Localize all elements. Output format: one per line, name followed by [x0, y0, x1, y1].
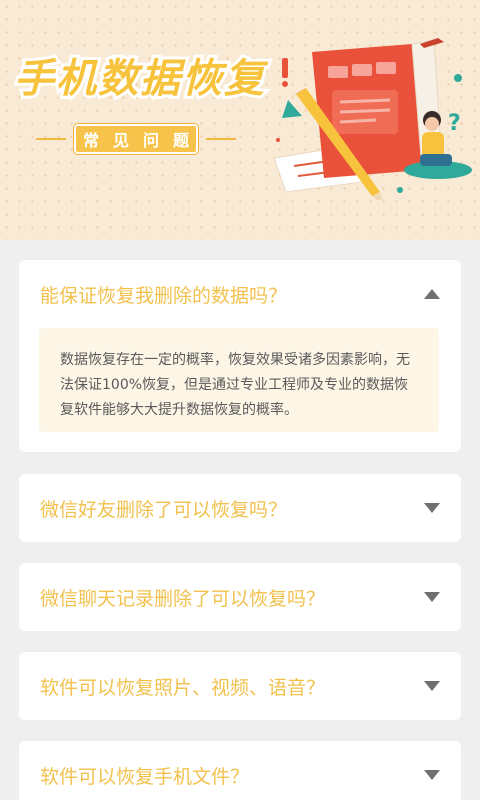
chevron-down-icon[interactable] [423, 680, 441, 692]
faq-card: 软件可以恢复手机文件？ [19, 741, 461, 800]
faq-question: 微信好友删除了可以恢复吗？ [40, 498, 288, 521]
faq-question-row[interactable]: 微信聊天记录删除了可以恢复吗？ [19, 563, 461, 631]
faq-card: 软件可以恢复照片、视频、语音？ [19, 652, 461, 720]
faq-question-row[interactable]: 软件可以恢复手机文件？ [19, 741, 461, 800]
book-illustration: ? [273, 38, 472, 200]
faq-question-row[interactable]: 软件可以恢复照片、视频、语音？ [19, 652, 461, 720]
banner-subtitle: 常见问题 [36, 120, 236, 156]
faq-card: 微信好友删除了可以恢复吗？ [19, 474, 461, 542]
faq-question: 软件可以恢复手机文件？ [40, 765, 250, 788]
subtitle-box: 常见问题 [74, 124, 198, 154]
banner-subtitle-text: 常见问题 [82, 131, 203, 150]
faq-question: 能保证恢复我删除的数据吗？ [40, 284, 288, 307]
header-banner: 手机数据恢复 常见问题 ? [0, 0, 480, 240]
faq-question-row[interactable]: 微信好友删除了可以恢复吗？ [19, 474, 461, 542]
faq-question-row[interactable]: 能保证恢复我删除的数据吗？ [19, 260, 461, 328]
faq-card: 能保证恢复我删除的数据吗？ 数据恢复存在一定的概率，恢复效果受诸多因素影响，无法… [19, 260, 461, 452]
faq-answer: 数据恢复存在一定的概率，恢复效果受诸多因素影响，无法保证100%恢复，但是通过专… [39, 328, 439, 432]
banner-title-text: 手机数据恢复 [14, 56, 269, 102]
svg-text:?: ? [448, 111, 461, 136]
faq-question: 微信聊天记录删除了可以恢复吗？ [40, 587, 326, 610]
faq-question: 软件可以恢复照片、视频、语音？ [40, 676, 326, 699]
chevron-up-icon[interactable] [423, 288, 441, 300]
subtitle-line-right [206, 138, 236, 140]
chevron-down-icon[interactable] [423, 502, 441, 514]
faq-card: 微信聊天记录删除了可以恢复吗？ [19, 563, 461, 631]
banner-title: 手机数据恢复 [11, 53, 270, 105]
chevron-down-icon[interactable] [423, 769, 441, 781]
chevron-down-icon[interactable] [423, 591, 441, 603]
subtitle-line-left [36, 138, 66, 140]
